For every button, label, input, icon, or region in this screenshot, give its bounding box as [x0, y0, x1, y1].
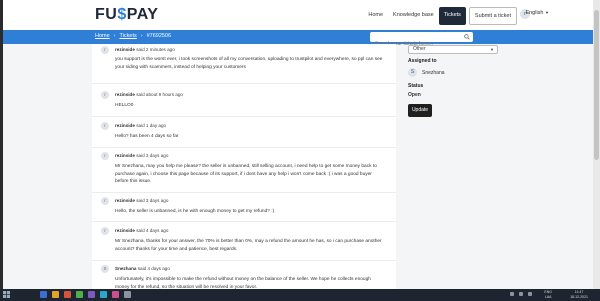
taskbar-app-icon[interactable]: [52, 291, 59, 298]
comment-body: Mr Snezhana, may you help me please? the…: [115, 164, 377, 184]
ticket-sidebar: Other ▼ Assigned to S Snezhana Status Op…: [404, 44, 500, 289]
avatar: r: [101, 122, 109, 130]
breadcrumb: Home › Tickets › #7692506: [95, 33, 171, 39]
avatar: S: [101, 265, 109, 273]
comment-author[interactable]: rezinside: [115, 198, 135, 203]
update-button[interactable]: Update: [408, 104, 432, 117]
taskbar-app-icon[interactable]: [76, 291, 83, 298]
nav-knowledge-base[interactable]: Knowledge base: [388, 7, 439, 25]
avatar: r: [101, 91, 109, 99]
comment-time: said 4 days ago: [136, 228, 169, 233]
comment-meta: rezinside said about 9 hours ago: [115, 92, 183, 97]
comment-item: S Snezhana said 4 days ago Unfortunately…: [92, 261, 396, 289]
comment-item: r rezinside said 3 days ago Mr Snezhana,…: [92, 148, 396, 193]
taskbar-clock[interactable]: 11:47 18-12-2021: [570, 290, 588, 299]
avatar: r: [101, 152, 109, 160]
taskbar-app-icon[interactable]: [112, 291, 119, 298]
nav-tickets[interactable]: Tickets: [438, 7, 466, 25]
taskbar-app-icon[interactable]: [40, 291, 47, 298]
breadcrumb-separator-icon: ›: [113, 33, 116, 39]
comment-body: you support is the worst ever, i took sc…: [115, 57, 383, 70]
breadcrumb-home[interactable]: Home: [95, 33, 110, 39]
comment-author[interactable]: rezinside: [115, 153, 135, 158]
comment-author[interactable]: rezinside: [115, 92, 135, 97]
comment-time: said 2 minutes ago: [136, 47, 175, 52]
top-navbar: FU$PAY Home Knowledge base Tickets Submi…: [3, 0, 593, 30]
comment-body: Mr Snezhana, thanks for your answer, the…: [115, 239, 382, 252]
search-box: [370, 32, 473, 49]
search-icon[interactable]: [464, 34, 470, 40]
taskbar-app-icon[interactable]: [88, 291, 95, 298]
comment-time: said 1 day ago: [136, 123, 167, 128]
comment-meta: rezinside said 3 days ago: [115, 153, 168, 158]
page-scrollbar[interactable]: [593, 0, 600, 289]
status-dropdown-value: Other: [413, 46, 426, 52]
comment-meta: rezinside said 2 minutes ago: [115, 47, 175, 52]
comment-time: said about 9 hours ago: [136, 92, 183, 97]
avatar: r: [101, 197, 109, 205]
nav-home[interactable]: Home: [363, 7, 388, 25]
breadcrumb-bar: Home › Tickets › #7692506: [3, 30, 593, 49]
comment-item: r rezinside said 4 days ago Mr Snezhana,…: [92, 222, 396, 261]
avatar: r: [101, 227, 109, 235]
comment-body: HELLO0: [115, 103, 134, 108]
comment-body: Hello? has been 4 days so far: [115, 134, 179, 139]
language-label: English: [525, 10, 544, 16]
windows-start-icon[interactable]: [3, 291, 10, 298]
comment-time: said 4 days ago: [137, 266, 170, 271]
keyboard-language[interactable]: ENG LAA: [544, 290, 552, 299]
comment-time: said 3 days ago: [136, 198, 169, 203]
status-dropdown[interactable]: Other ▼: [408, 45, 498, 54]
comment-author[interactable]: Snezhana: [115, 266, 136, 271]
comment-author[interactable]: rezinside: [115, 228, 135, 233]
comment-meta: Snezhana said 4 days ago: [115, 266, 170, 271]
chevron-down-icon: ▼: [545, 10, 549, 15]
status-value: Open: [408, 92, 421, 98]
avatar: r: [101, 46, 109, 54]
taskbar-app-icon[interactable]: [124, 291, 131, 298]
fupay-logo[interactable]: FU$PAY: [95, 6, 158, 24]
status-label: Status: [408, 83, 424, 89]
comment-body: Hello, the seller is unbanned, is he wit…: [115, 209, 275, 214]
assigned-to-label: Assigned to: [408, 58, 437, 64]
taskbar-app-icon[interactable]: [64, 291, 71, 298]
assignee-avatar: S: [408, 68, 417, 77]
comment-author[interactable]: rezinside: [115, 47, 135, 52]
breadcrumb-separator-icon: ›: [140, 33, 143, 39]
scrollbar-thumb[interactable]: [594, 10, 599, 160]
comment-meta: rezinside said 3 days ago: [115, 198, 168, 203]
taskbar-app-icon[interactable]: [100, 291, 107, 298]
tray-icon[interactable]: [510, 292, 514, 296]
taskbar-app-icons: [40, 291, 131, 298]
comment-item: r rezinside said 1 day ago Hello? has be…: [92, 117, 396, 148]
clock-date: 18-12-2021: [570, 294, 588, 299]
comment-item: r rezinside said about 9 hours ago HELLO…: [92, 84, 396, 117]
comment-meta: rezinside said 4 days ago: [115, 228, 168, 233]
system-tray: [510, 292, 532, 296]
tray-icon[interactable]: [519, 292, 523, 296]
comment-time: said 3 days ago: [136, 153, 169, 158]
comment-author[interactable]: rezinside: [115, 123, 135, 128]
nav-links: Home Knowledge base Tickets Submit a tic…: [363, 7, 517, 25]
submit-ticket-button[interactable]: Submit a ticket: [468, 7, 517, 25]
breadcrumb-tickets[interactable]: Tickets: [120, 33, 137, 39]
breadcrumb-current: #7692506: [146, 33, 172, 39]
comment-list: r rezinside said 2 minutes ago you suppo…: [92, 44, 396, 289]
chevron-down-icon: ▼: [490, 47, 494, 52]
comment-meta: rezinside said 1 day ago: [115, 123, 166, 128]
tray-icon[interactable]: [528, 292, 532, 296]
language-selector[interactable]: English ▼: [525, 10, 549, 16]
comment-item: r rezinside said 3 days ago Hello, the s…: [92, 193, 396, 222]
os-taskbar: ENG LAA 11:47 18-12-2021: [0, 289, 600, 301]
comment-item: r rezinside said 2 minutes ago you suppo…: [92, 44, 396, 84]
assignee-name: Snezhana: [422, 70, 445, 76]
comment-body: Unfortunately, it's impossible to make t…: [115, 277, 371, 289]
